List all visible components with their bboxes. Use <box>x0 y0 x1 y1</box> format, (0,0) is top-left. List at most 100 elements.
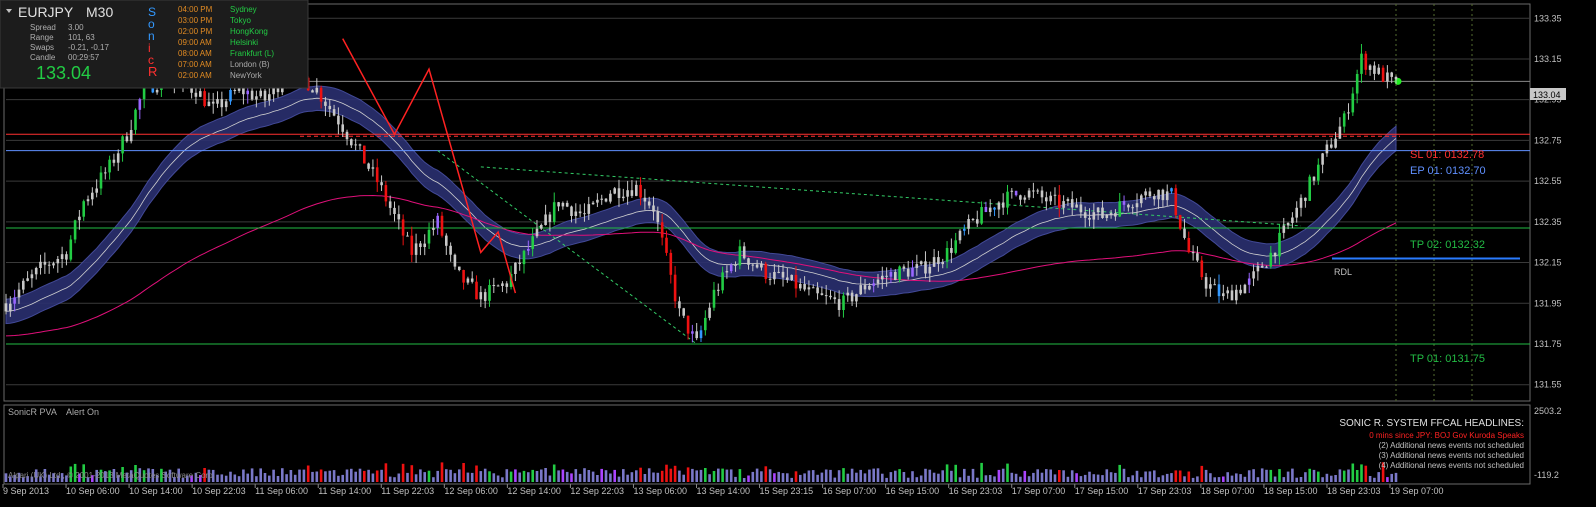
candle-body[interactable] <box>760 263 763 268</box>
candle-body[interactable] <box>872 283 875 286</box>
candle-body[interactable] <box>704 317 707 331</box>
candle-body[interactable] <box>980 207 983 224</box>
candle-body[interactable] <box>786 277 789 280</box>
candle-body[interactable] <box>1390 72 1393 77</box>
candle-body[interactable] <box>384 185 388 202</box>
candle-body[interactable] <box>1148 191 1152 197</box>
candle-body[interactable] <box>13 297 16 304</box>
candle-body[interactable] <box>729 264 733 272</box>
candle-body[interactable] <box>1230 290 1234 301</box>
candle-body[interactable] <box>1066 199 1070 201</box>
candle-body[interactable] <box>449 245 452 255</box>
candle-body[interactable] <box>708 307 711 318</box>
candle-body[interactable] <box>963 228 966 231</box>
candle-body[interactable] <box>1032 190 1035 192</box>
candle-body[interactable] <box>1209 284 1212 289</box>
candle-body[interactable] <box>1105 214 1109 218</box>
candle-body[interactable] <box>531 236 534 249</box>
candle-body[interactable] <box>613 188 616 194</box>
candle-body[interactable] <box>945 248 949 262</box>
candle-body[interactable] <box>268 94 271 101</box>
candle-body[interactable] <box>466 278 470 283</box>
candle-body[interactable] <box>1096 207 1100 213</box>
candle-body[interactable] <box>1239 289 1242 294</box>
candle-body[interactable] <box>250 90 254 100</box>
candle-body[interactable] <box>574 211 578 217</box>
candle-body[interactable] <box>993 207 996 210</box>
candle-body[interactable] <box>609 193 612 202</box>
candle-body[interactable] <box>932 257 936 267</box>
candle-body[interactable] <box>1330 144 1333 148</box>
candle-body[interactable] <box>768 278 772 280</box>
candle-body[interactable] <box>328 105 332 110</box>
candle-body[interactable] <box>30 274 34 279</box>
candle-body[interactable] <box>950 248 953 253</box>
candle-body[interactable] <box>380 182 383 186</box>
candle-body[interactable] <box>678 301 681 309</box>
candle-body[interactable] <box>557 202 560 207</box>
candle-body[interactable] <box>600 198 603 200</box>
candle-body[interactable] <box>1183 228 1186 238</box>
candle-body[interactable] <box>479 292 483 300</box>
candle-body[interactable] <box>1364 53 1368 70</box>
candle-body[interactable] <box>587 204 591 214</box>
candle-body[interactable] <box>1010 190 1014 192</box>
candle-body[interactable] <box>561 202 565 207</box>
candle-body[interactable] <box>527 249 530 251</box>
candle-body[interactable] <box>906 268 910 277</box>
candle-body[interactable] <box>60 254 64 259</box>
candle-body[interactable] <box>112 159 116 163</box>
candle-body[interactable] <box>406 235 409 237</box>
candle-body[interactable] <box>1070 199 1074 208</box>
candle-body[interactable] <box>1308 176 1311 201</box>
candle-body[interactable] <box>17 289 21 298</box>
candle-body[interactable] <box>375 167 379 183</box>
candle-body[interactable] <box>1187 238 1191 253</box>
candle-body[interactable] <box>833 297 837 300</box>
candle-body[interactable] <box>4 303 8 312</box>
candle-body[interactable] <box>773 272 776 280</box>
candle-body[interactable] <box>1161 189 1165 201</box>
candle-body[interactable] <box>1317 164 1320 181</box>
candle-body[interactable] <box>652 205 655 212</box>
candle-body[interactable] <box>721 272 724 291</box>
candle-body[interactable] <box>470 278 474 282</box>
candle-body[interactable] <box>673 274 677 302</box>
candle-body[interactable] <box>116 153 120 163</box>
candle-body[interactable] <box>665 237 668 253</box>
candle-body[interactable] <box>755 264 759 268</box>
candle-body[interactable] <box>1394 76 1398 80</box>
candle-body[interactable] <box>1338 126 1342 139</box>
candle-body[interactable] <box>199 91 202 97</box>
candle-body[interactable] <box>1058 194 1061 208</box>
candle-body[interactable] <box>1386 72 1389 82</box>
candle-body[interactable] <box>337 115 340 125</box>
candle-body[interactable] <box>134 109 137 130</box>
candle-body[interactable] <box>259 90 262 97</box>
candle-body[interactable] <box>410 235 414 255</box>
candle-body[interactable] <box>824 295 828 297</box>
candle-body[interactable] <box>1304 197 1307 201</box>
candle-body[interactable] <box>354 144 357 146</box>
candle-body[interactable] <box>414 243 418 255</box>
candle-body[interactable] <box>1273 252 1277 257</box>
candle-body[interactable] <box>790 274 793 280</box>
candle-body[interactable] <box>630 190 634 196</box>
candle-body[interactable] <box>492 285 496 286</box>
candle-body[interactable] <box>86 199 90 202</box>
candle-body[interactable] <box>1174 188 1178 216</box>
candle-body[interactable] <box>1079 204 1083 213</box>
candle-body[interactable] <box>1083 212 1087 218</box>
chart-canvas[interactable]: 133.35133.15132.95132.75132.55132.35132.… <box>0 0 1596 507</box>
candle-body[interactable] <box>315 87 319 93</box>
candle-body[interactable] <box>738 246 742 266</box>
candle-body[interactable] <box>345 131 349 140</box>
candle-body[interactable] <box>207 101 211 106</box>
candle-body[interactable] <box>578 211 582 214</box>
candle-body[interactable] <box>647 201 651 206</box>
candle-body[interactable] <box>988 207 992 212</box>
candle-body[interactable] <box>1131 207 1134 209</box>
candle-body[interactable] <box>570 206 573 217</box>
candle-body[interactable] <box>1049 195 1052 202</box>
candle-body[interactable] <box>859 285 862 295</box>
